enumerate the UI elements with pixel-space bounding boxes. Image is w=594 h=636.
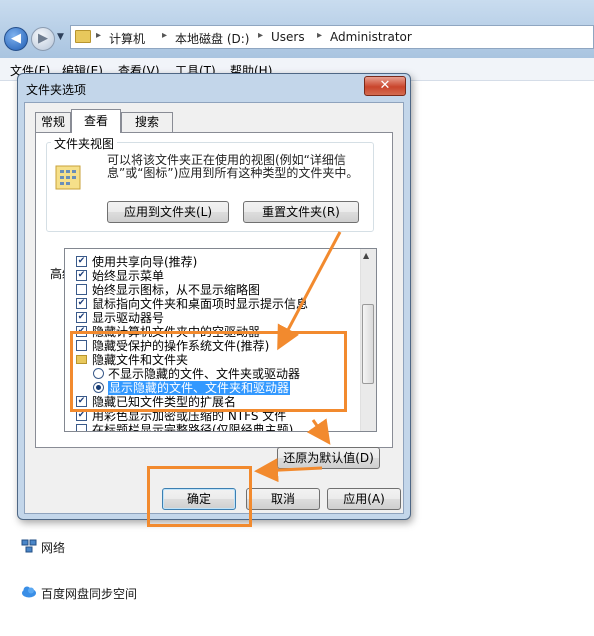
arrow-to-hidden-files <box>277 231 342 351</box>
arrow-to-restore <box>306 418 331 445</box>
arrow-to-ok <box>254 458 323 483</box>
annotation-arrows <box>254 231 342 483</box>
tab-view[interactable]: 查看 <box>71 109 121 133</box>
